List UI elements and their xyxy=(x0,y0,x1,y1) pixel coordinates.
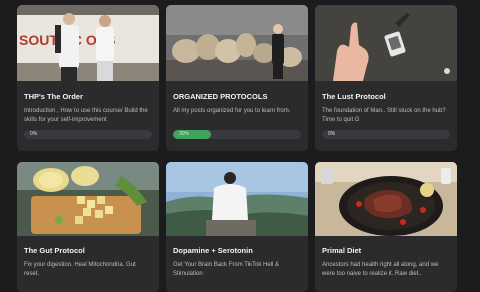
course-grid: SOUTH C OSS THP's The Order Introduction… xyxy=(0,0,480,292)
course-description: The foundation of Man.. Still stuck on t… xyxy=(322,108,446,123)
course-thumbnail xyxy=(17,162,159,236)
course-description: Get Your Brain Back From TikTok Hell & S… xyxy=(173,262,280,277)
course-progress-bar: 0% xyxy=(322,130,450,139)
course-thumbnail xyxy=(315,162,457,236)
course-card-organized-protocols[interactable]: ORGANIZED PROTOCOLS All my posts organiz… xyxy=(166,5,308,151)
course-title: Primal Diet xyxy=(322,246,362,255)
course-thumbnail xyxy=(166,5,308,81)
course-thumbnail xyxy=(166,162,308,236)
course-title: The Gut Protocol xyxy=(24,246,85,255)
course-card-lust-protocol[interactable]: The Lust Protocol The foundation of Man.… xyxy=(315,5,457,151)
course-description: Fix your digestion. Heal Mitochondria. G… xyxy=(24,262,136,277)
course-title: ORGANIZED PROTOCOLS xyxy=(173,92,268,101)
course-title: The Lust Protocol xyxy=(322,92,386,101)
course-card-primal-diet[interactable]: Primal Diet Ancestors had health right a… xyxy=(315,162,457,292)
course-progress-bar: 0% xyxy=(24,130,152,139)
progress-percent: 0% xyxy=(328,131,336,137)
course-title: Dopamine + Serotonin xyxy=(173,246,253,255)
course-description: All my posts organized for you to learn … xyxy=(173,108,291,114)
course-title: THP's The Order xyxy=(24,92,83,101)
course-description: Introduction , How to use this course/ B… xyxy=(24,108,148,123)
course-description: Ancestors had health right all along, an… xyxy=(322,262,439,277)
course-progress-bar: 30% xyxy=(173,130,301,139)
progress-percent: 0% xyxy=(30,131,38,137)
course-card-dopamine-serotonin[interactable]: Dopamine + Serotonin Get Your Brain Back… xyxy=(166,162,308,292)
course-thumbnail: SOUTH C OSS xyxy=(17,5,159,81)
progress-percent: 30% xyxy=(179,131,190,137)
course-card-the-order[interactable]: SOUTH C OSS THP's The Order Introduction… xyxy=(17,5,159,151)
course-card-gut-protocol[interactable]: The Gut Protocol Fix your digestion. Hea… xyxy=(17,162,159,292)
course-thumbnail xyxy=(315,5,457,81)
